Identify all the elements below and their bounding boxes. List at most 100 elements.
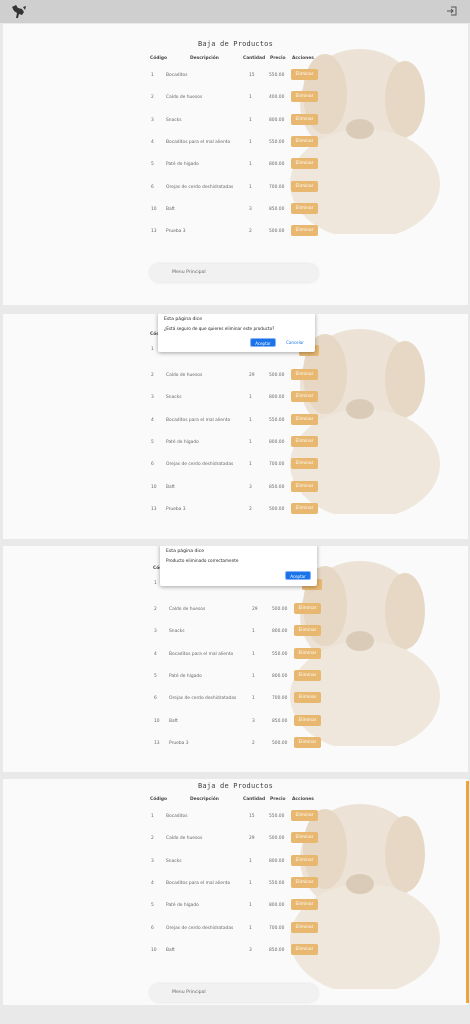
delete-button[interactable]: Eliminar (291, 876, 318, 888)
dog-logo-icon[interactable] (10, 3, 28, 20)
delete-button[interactable]: Eliminar (294, 669, 321, 681)
column-code: Código (150, 56, 168, 61)
delete-button[interactable]: Eliminar (294, 603, 321, 614)
cancel-button[interactable]: Cancelar (282, 338, 308, 347)
delete-button[interactable]: Eliminar (291, 435, 318, 447)
delete-button[interactable]: Eliminar (291, 854, 318, 866)
scroll-indicator (466, 781, 469, 1003)
page-title: Baja de Productos (197, 40, 274, 48)
row-quantity: 1 (249, 395, 252, 401)
delete-button[interactable]: Eliminar (291, 91, 318, 103)
delete-button[interactable]: Eliminar (291, 413, 318, 425)
row-code: 3 (151, 117, 154, 123)
row-price: 500.00 (269, 229, 285, 235)
table-row: 2 Caldo de huesos 29 500.00 Eliminar (3, 829, 468, 851)
row-description: Bocaditos para el mal aliento (166, 139, 231, 145)
delete-button[interactable]: Eliminar (291, 921, 318, 933)
row-quantity: 2 (249, 229, 252, 235)
products-panel-initial: Baja de Productos Código Descripción Can… (3, 24, 468, 305)
page-title: Baja de Productos (197, 782, 274, 790)
delete-button[interactable]: Eliminar (291, 135, 318, 147)
top-bar (0, 0, 470, 23)
row-code: 1 (151, 73, 154, 78)
delete-button[interactable]: Eliminar (291, 180, 318, 192)
row-price: 550.00 (269, 139, 285, 145)
delete-button[interactable]: Eliminar (291, 113, 318, 125)
delete-button[interactable]: Eliminar (294, 714, 321, 726)
delete-button[interactable]: Eliminar (291, 391, 318, 403)
table-row: 6 Orejas de cerdo deshidratadas 1 700.00 Eli… (3, 919, 468, 941)
row-price: 800.00 (269, 439, 285, 445)
row-price: 700.00 (269, 462, 285, 468)
delete-button[interactable]: Eliminar (291, 202, 318, 214)
row-code: 5 (154, 673, 157, 679)
row-price: 700.00 (269, 925, 285, 931)
column-quantity: Cantidad (243, 797, 266, 802)
products-panel-success: Cód 1 2 Caldo de huesos 29 500.00 Eliminar 3 S… (3, 546, 468, 772)
row-description: Baft (166, 947, 175, 953)
first-row-code: 1 (151, 347, 154, 352)
row-code: 6 (151, 462, 154, 468)
main-menu-button[interactable]: Menu Principal (150, 264, 318, 282)
row-code: 4 (154, 651, 157, 657)
delete-button[interactable]: Eliminar (291, 832, 318, 844)
row-code: 13 (151, 229, 157, 235)
delete-button[interactable]: Eliminar (291, 158, 318, 170)
table-row: 13 Prueba 3 2 500.00 Eliminar (3, 734, 468, 756)
accept-button[interactable]: Aceptar (285, 571, 311, 580)
row-quantity: 15 (249, 73, 255, 78)
delete-button[interactable]: Eliminar (291, 899, 318, 911)
row-code: 13 (154, 740, 160, 746)
delete-button[interactable]: Eliminar (291, 943, 318, 955)
column-code: Código (150, 797, 168, 802)
row-price: 500.00 (269, 373, 285, 378)
delete-button[interactable]: Eliminar (294, 736, 321, 748)
row-code: 2 (151, 836, 154, 842)
delete-button[interactable]: Eliminar (294, 625, 321, 637)
row-code: 10 (154, 718, 160, 724)
row-quantity: 3 (249, 947, 252, 953)
row-description: Caldo de huesos (166, 373, 203, 378)
row-quantity: 1 (249, 439, 252, 445)
row-quantity: 1 (249, 925, 252, 931)
row-quantity: 1 (249, 903, 252, 909)
delete-button[interactable]: Eliminar (291, 810, 318, 821)
delete-button[interactable]: Eliminar (291, 225, 318, 237)
accept-button[interactable]: Aceptar (250, 338, 276, 347)
logout-icon[interactable] (446, 5, 458, 17)
delete-button[interactable]: Eliminar (291, 458, 318, 470)
table-row: 3 Snacks 1 800.00 Eliminar (3, 388, 468, 410)
row-code: 10 (151, 484, 157, 490)
row-price: 550.00 (269, 417, 285, 423)
delete-button[interactable]: Eliminar (291, 369, 318, 380)
table-row: 13 Prueba 3 2 500.00 Eliminar (3, 500, 468, 522)
dialog-title: Esta página dice (166, 549, 205, 554)
table-row: 2 Caldo de huesos 29 500.00 Eliminar (3, 366, 468, 388)
row-description: Baft (166, 484, 175, 490)
column-description: Descripción (190, 797, 219, 802)
delete-button[interactable]: Eliminar (294, 692, 321, 704)
row-quantity: 29 (249, 373, 255, 378)
row-description: Prueba 3 (166, 506, 186, 512)
delete-button[interactable]: Eliminar (291, 69, 318, 80)
row-price: 800.00 (269, 903, 285, 909)
row-code: 1 (151, 814, 154, 819)
row-code: 2 (154, 607, 157, 612)
table-row: 6 Orejas de cerdo deshidratadas 1 700.00 Eli… (3, 455, 468, 477)
row-code: 10 (151, 947, 157, 953)
row-code: 5 (151, 162, 154, 168)
row-code: 2 (151, 373, 154, 378)
first-row-code: 1 (154, 581, 157, 586)
row-price: 850.00 (269, 484, 285, 490)
row-description: Snacks (166, 117, 182, 123)
table-row: 10 Baft 3 850.00 Eliminar (3, 712, 468, 734)
delete-button[interactable]: Eliminar (291, 502, 318, 514)
row-price: 800.00 (272, 673, 288, 679)
table-row: 5 Paté de hígado 1 800.00 Eliminar (3, 433, 468, 455)
table-row: 10 Baft 3 850.00 Eliminar (3, 941, 468, 963)
main-menu-button[interactable]: Menu Principal (150, 984, 318, 1002)
delete-button[interactable]: Eliminar (294, 647, 321, 659)
products-panel-updated: Baja de Productos Código Descripción Can… (3, 779, 468, 1005)
delete-button[interactable]: Eliminar (291, 480, 318, 492)
row-quantity: 29 (249, 836, 255, 842)
